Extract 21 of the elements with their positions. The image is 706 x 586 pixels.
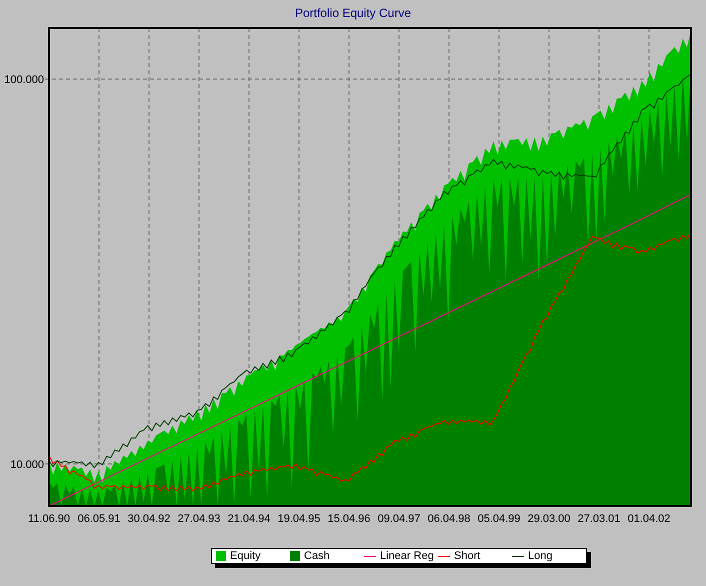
y-axis-label: 100.000 — [4, 74, 44, 86]
x-axis-label: 27.03.01 — [578, 513, 620, 525]
x-axis-label: 15.04.96 — [328, 513, 370, 525]
x-axis-label: 11.06.90 — [28, 513, 70, 525]
x-axis-label: 05.04.99 — [478, 513, 520, 525]
legend-label: Linear Reg — [380, 550, 434, 562]
legend-label: Cash — [304, 550, 330, 562]
x-axis-label: 06.05.91 — [78, 513, 120, 525]
x-axis-label: 09.04.97 — [378, 513, 420, 525]
legend-label: Equity — [230, 550, 261, 562]
x-axis-label: 06.04.98 — [428, 513, 470, 525]
x-axis-label: 01.04.02 — [628, 513, 670, 525]
legend-label: Short — [454, 550, 480, 562]
x-axis-label: 27.04.93 — [178, 513, 220, 525]
y-axis-label: 10.000 — [10, 458, 44, 471]
legend-label: Long — [528, 550, 552, 562]
x-axis-label: 19.04.95 — [278, 513, 320, 525]
chart-title: Portfolio Equity Curve — [294, 5, 412, 20]
x-axis-label: 30.04.92 — [128, 513, 170, 525]
x-axis-label: 21.04.94 — [228, 513, 270, 525]
x-axis-label: 29.03.00 — [528, 513, 570, 525]
